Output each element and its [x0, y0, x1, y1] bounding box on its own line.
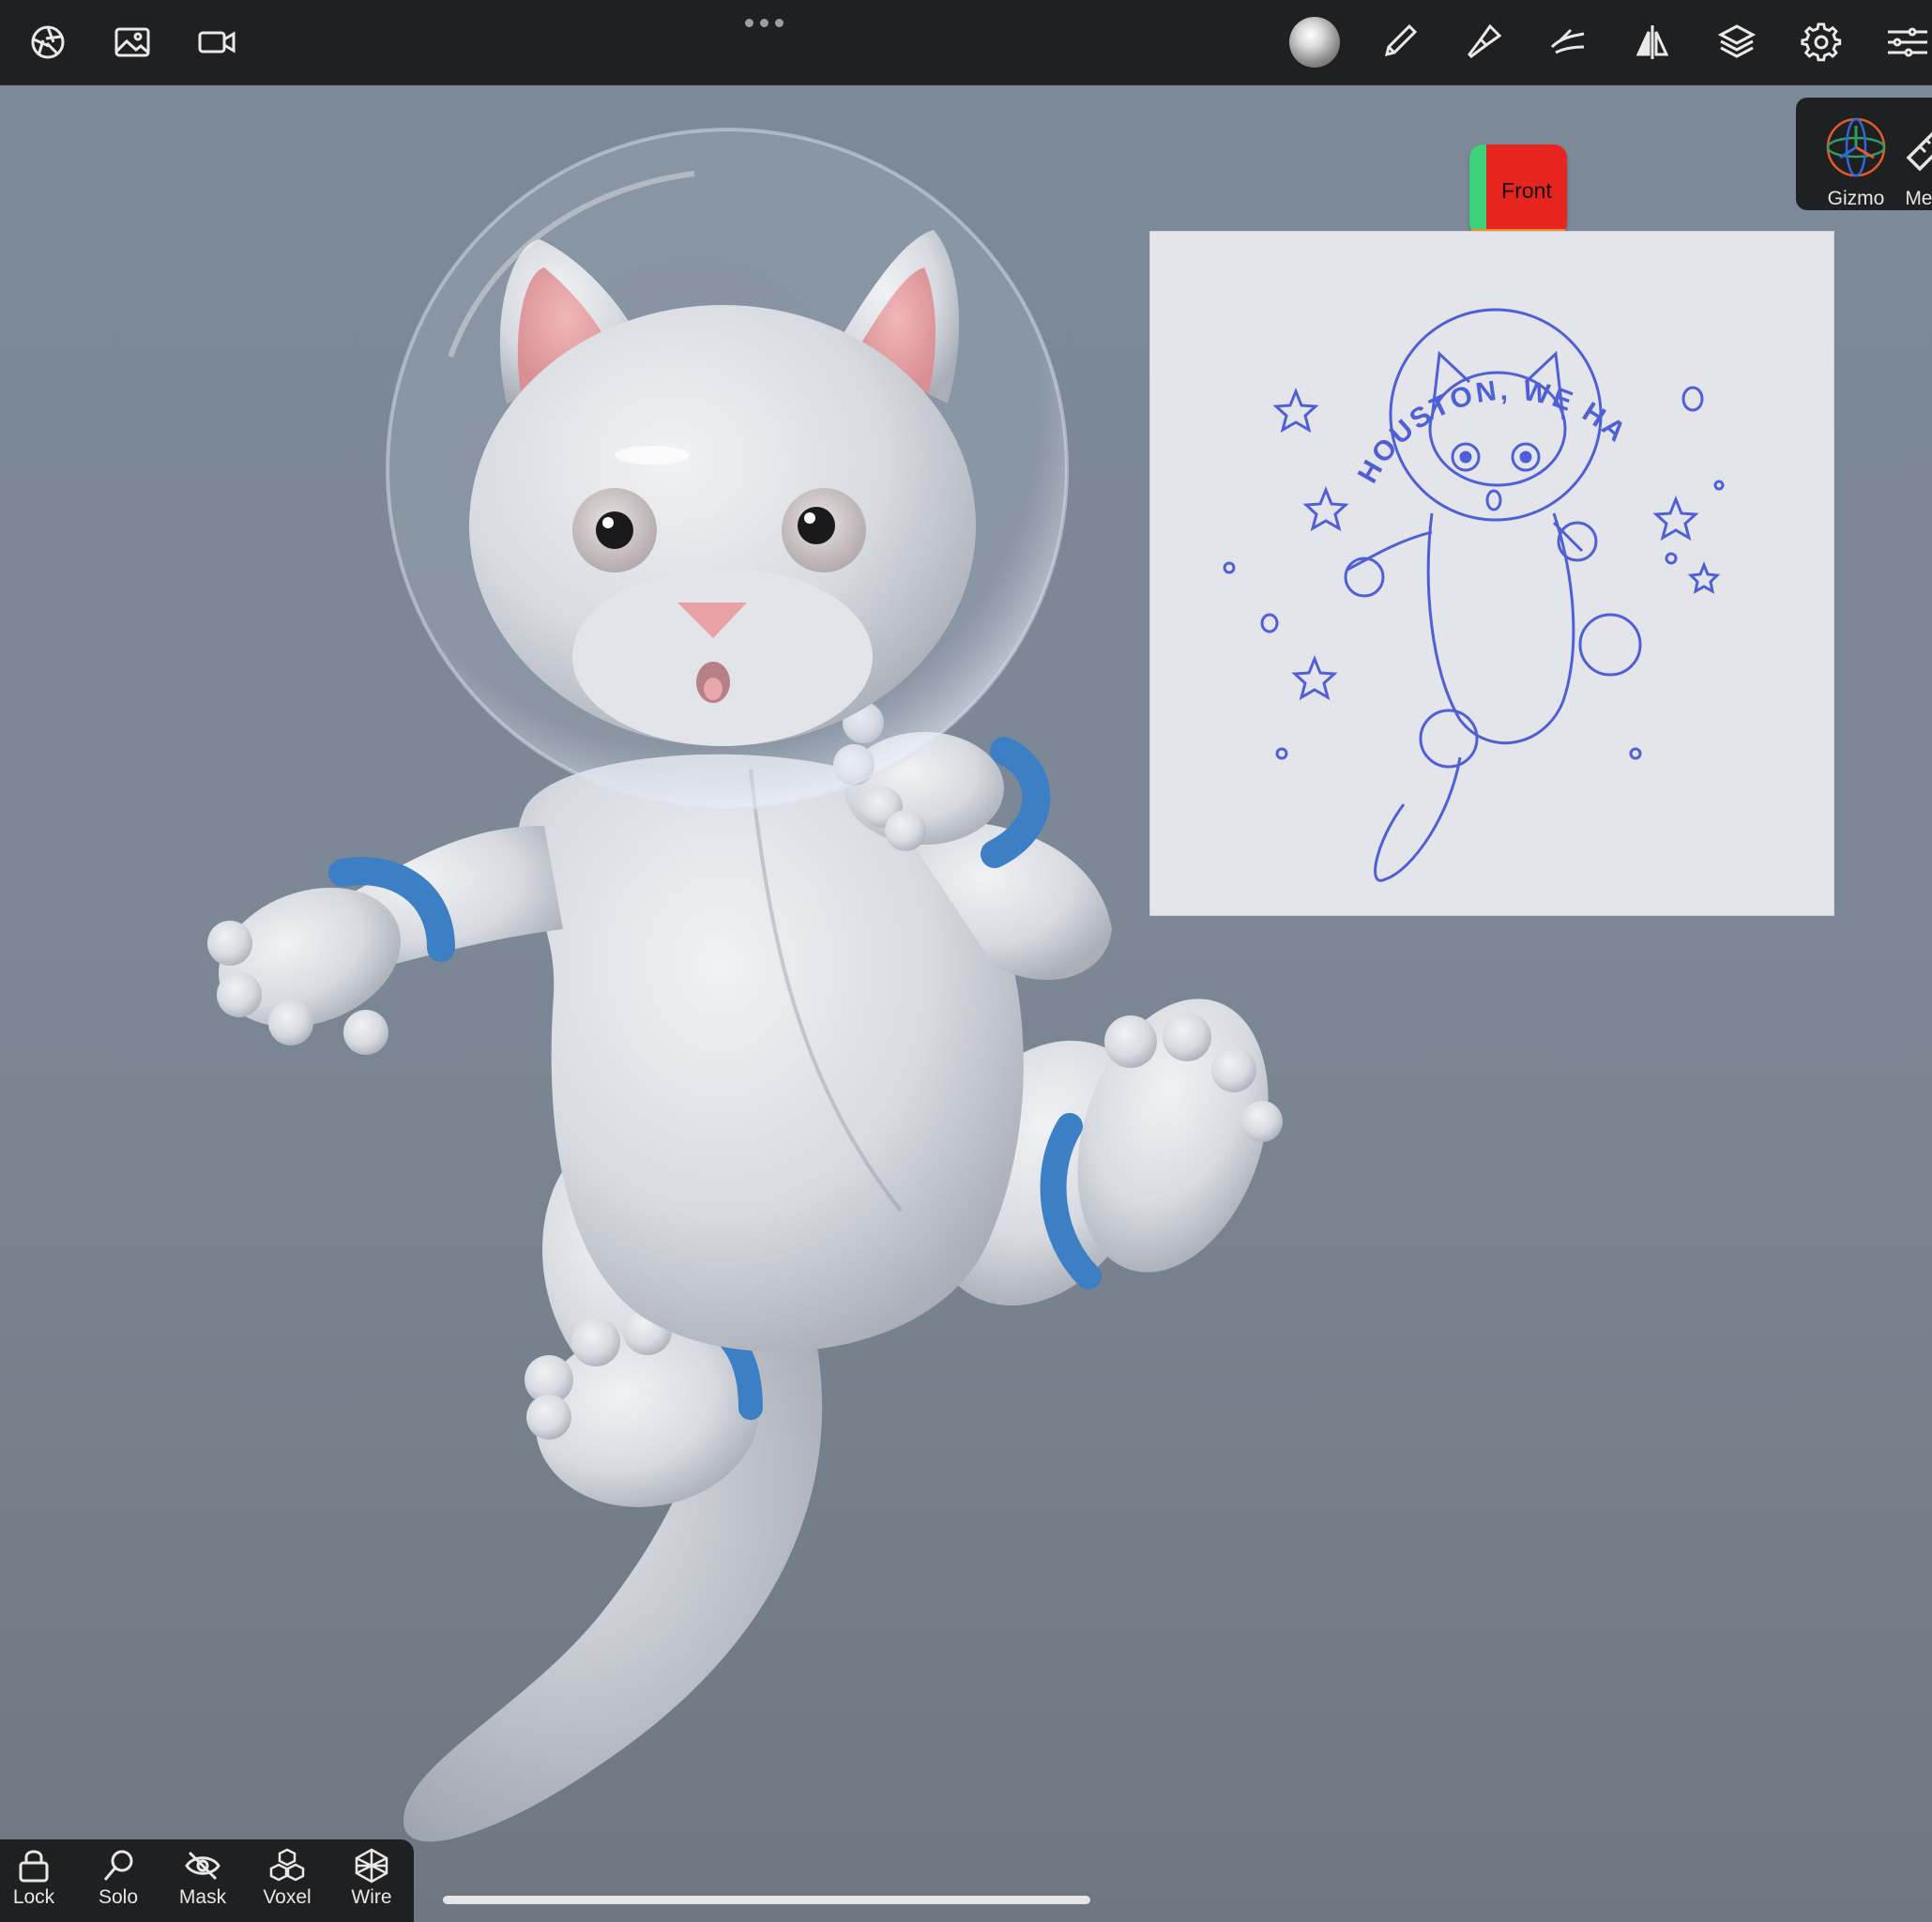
matcap-sphere-icon[interactable]	[1289, 17, 1340, 68]
top-toolbar	[0, 0, 1932, 85]
wire-label: Wire	[351, 1886, 392, 1908]
voxel-button[interactable]: Voxel	[248, 1847, 327, 1909]
view-cube[interactable]: Front	[1469, 145, 1567, 236]
lock-button[interactable]: Lock	[0, 1847, 73, 1909]
video-camera-icon[interactable]	[195, 21, 238, 64]
mask-label: Mask	[178, 1886, 227, 1908]
brush-icon[interactable]	[1377, 21, 1421, 64]
measure-button[interactable]: Meas	[1873, 107, 1932, 209]
lock-icon	[19, 1850, 49, 1883]
smudge-hand-icon[interactable]	[1546, 21, 1590, 64]
symmetry-icon[interactable]	[1631, 21, 1674, 64]
sliders-icon[interactable]	[1884, 21, 1927, 64]
mask-button[interactable]: Mask	[163, 1847, 242, 1909]
solo-label: Solo	[98, 1886, 139, 1908]
measure-label: Meas	[1905, 188, 1932, 209]
wireframe-icon	[355, 1848, 388, 1884]
reference-image[interactable]: HOUSTON, WE HAVE CONTACT	[1138, 207, 1834, 916]
more-options-dots[interactable]	[745, 19, 783, 27]
aperture-icon[interactable]	[26, 21, 69, 64]
view-cube-side[interactable]	[1469, 145, 1486, 236]
solo-button[interactable]: Solo	[79, 1847, 158, 1909]
search-icon	[103, 1850, 133, 1881]
gizmo-panel: Gizmo Meas	[1796, 98, 1932, 210]
image-icon[interactable]	[111, 21, 154, 64]
paint-brush-icon[interactable]	[1462, 21, 1505, 64]
view-cube-front-label: Front	[1501, 177, 1552, 203]
cubes-icon	[269, 1848, 305, 1882]
lock-label: Lock	[12, 1886, 55, 1908]
ruler-icon	[1906, 131, 1932, 172]
gear-icon[interactable]	[1800, 21, 1843, 64]
reference-sketch: HOUSTON, WE HAVE CONTACT	[1138, 207, 1725, 882]
voxel-label: Voxel	[263, 1886, 312, 1908]
layers-icon[interactable]	[1715, 21, 1758, 64]
wire-button[interactable]: Wire	[332, 1847, 411, 1909]
home-indicator[interactable]	[443, 1896, 1090, 1904]
eye-slash-icon	[185, 1851, 221, 1881]
bottom-toolbar: Lock Solo Mask Voxel Wire	[0, 1839, 414, 1922]
